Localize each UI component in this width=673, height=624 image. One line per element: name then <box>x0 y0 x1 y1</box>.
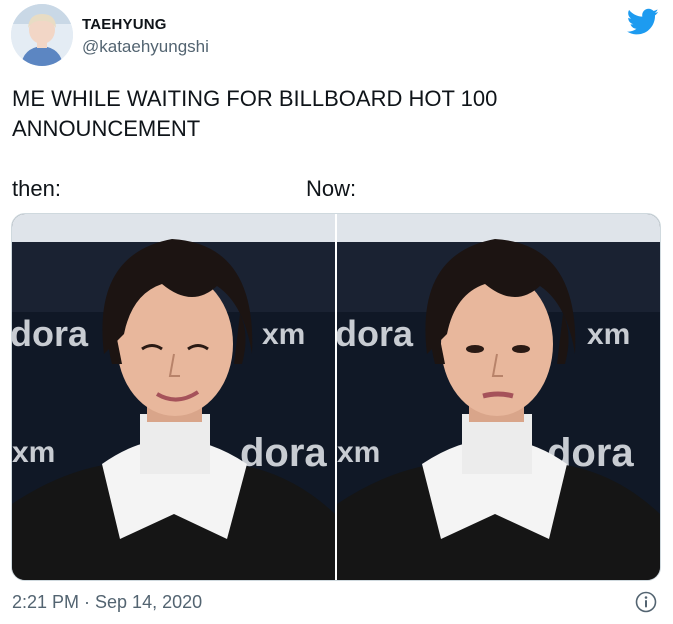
tweet-card: TAEHYUNG @kataehyungshi ME WHILE WAITING… <box>0 0 673 624</box>
author-handle[interactable]: @kataehyungshi <box>82 37 209 57</box>
backdrop-text: dora <box>337 313 414 354</box>
backdrop-text: dora <box>12 313 89 354</box>
photo-now[interactable]: dora xm dora xm <box>337 214 660 580</box>
author-avatar[interactable] <box>11 4 73 66</box>
info-icon[interactable] <box>635 591 657 613</box>
caption-now: Now: <box>306 176 357 201</box>
author-name[interactable]: TAEHYUNG <box>82 16 167 33</box>
photo-then[interactable]: dora xm dora xm <box>12 214 335 580</box>
tweet-media[interactable]: dora xm dora xm dora xm dora xm <box>11 213 661 581</box>
backdrop-text: xm <box>337 436 380 469</box>
tweet-timestamp[interactable]: 2:21 PM · Sep 14, 2020 <box>12 592 202 613</box>
backdrop-text: xm <box>262 318 305 351</box>
backdrop-text: xm <box>12 436 55 469</box>
twitter-bird-icon[interactable] <box>626 8 659 36</box>
caption-then: then: <box>12 176 61 201</box>
backdrop-text: xm <box>587 318 630 351</box>
tweet-text: ME WHILE WAITING FOR BILLBOARD HOT 100 A… <box>12 86 498 141</box>
avatar-photo <box>11 4 73 66</box>
